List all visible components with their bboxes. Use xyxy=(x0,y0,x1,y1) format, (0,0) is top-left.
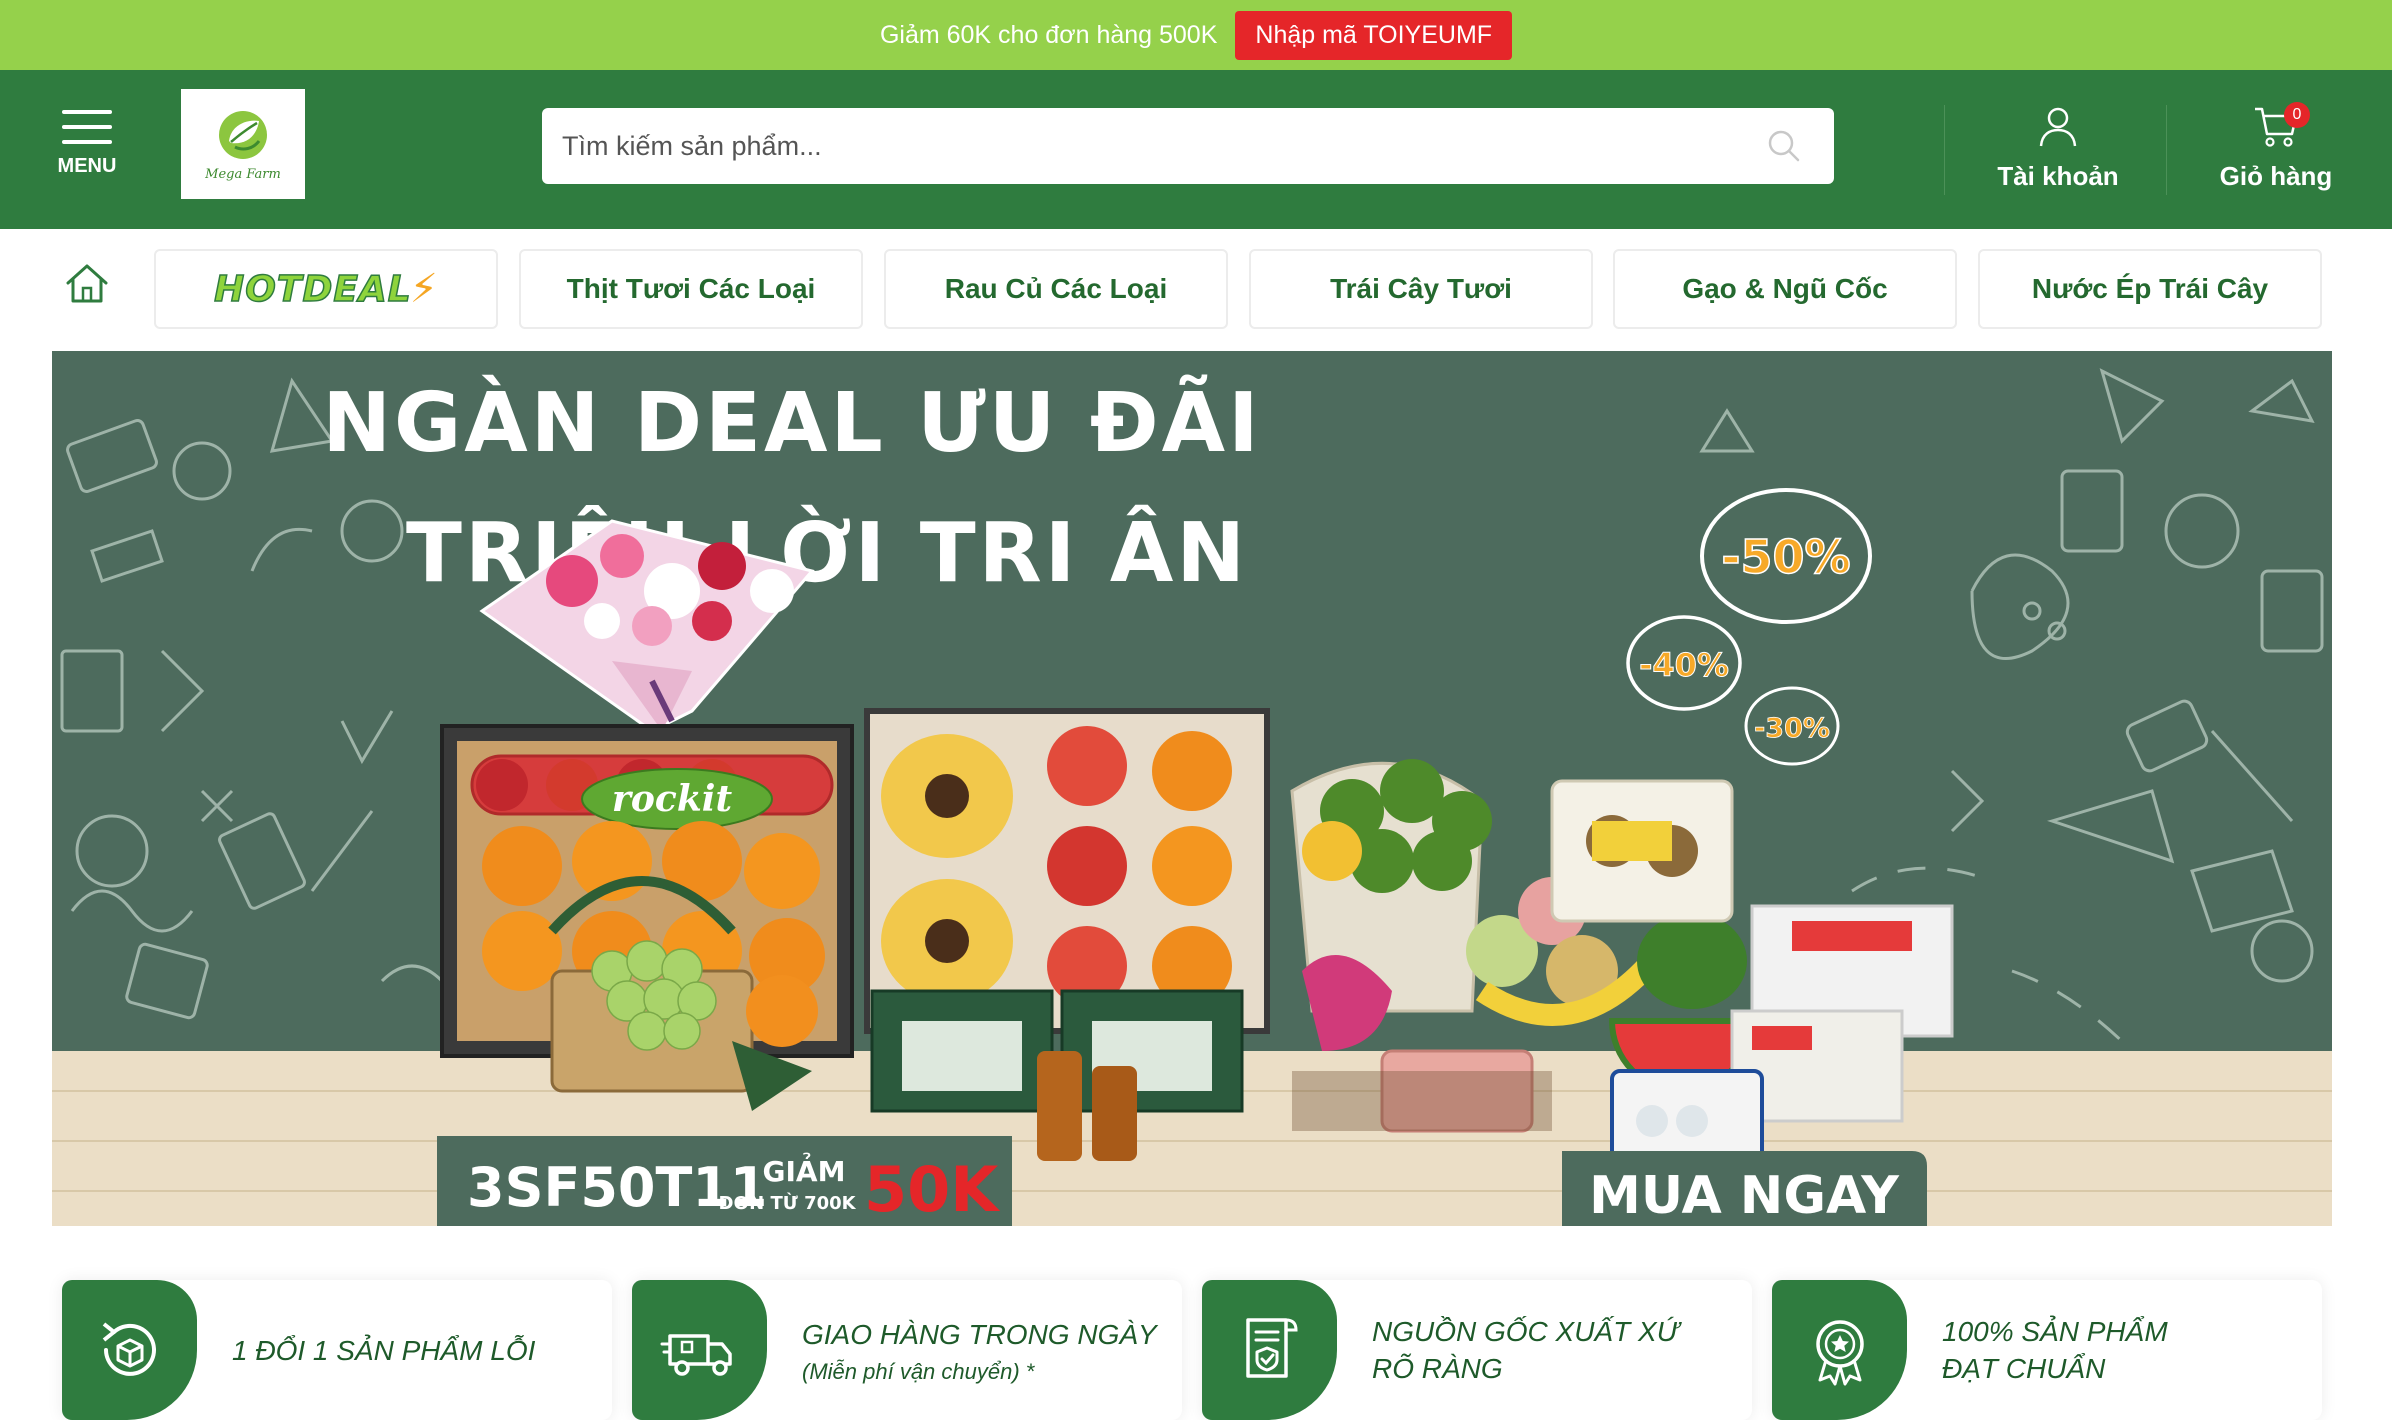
coupon-condition: ĐƠN TỪ 700K xyxy=(718,1192,856,1214)
feature-title: GIAO HÀNG TRONG NGÀY xyxy=(802,1318,1157,1350)
cart-count-badge: 0 xyxy=(2284,102,2310,128)
site-header: MENU Mega Farm Tài khoản Giỏ hàng xyxy=(0,70,2392,229)
tab-rice-grains[interactable]: Gạo & Ngũ Cốc xyxy=(1613,249,1957,329)
feature-title-line2: RÕ RÀNG xyxy=(1372,1353,1503,1384)
coupon-giam: GIẢM xyxy=(763,1151,846,1188)
logo-text: Mega Farm xyxy=(205,166,281,182)
certificate-scroll-icon xyxy=(1245,1318,1298,1378)
quality-badge-icon xyxy=(1815,1320,1864,1386)
hamburger-icon-bar xyxy=(62,125,112,129)
home-icon[interactable] xyxy=(62,259,112,309)
feature-text: NGUỒN GỐC XUẤT XỨ RÕ RÀNG xyxy=(1372,1280,1679,1420)
feature-title: 1 ĐỔI 1 SẢN PHẨM LỖI xyxy=(232,1334,536,1366)
discount-badge-40: -40% xyxy=(1626,615,1742,711)
header-divider xyxy=(2166,105,2167,195)
feature-icon-tile xyxy=(632,1280,767,1420)
feature-delivery: GIAO HÀNG TRONG NGÀY (Miễn phí vận chuyể… xyxy=(632,1280,1182,1420)
feature-origin: NGUỒN GỐC XUẤT XỨ RÕ RÀNG xyxy=(1202,1280,1752,1420)
feature-icon-tile xyxy=(1772,1280,1907,1420)
coupon-box: 3SF50T11 GIẢM ĐƠN TỪ 700K 50K xyxy=(437,1136,1012,1226)
feature-icon-tile xyxy=(62,1280,197,1420)
tab-fresh-fruit[interactable]: Trái Cây Tươi xyxy=(1249,249,1593,329)
search-icon[interactable] xyxy=(1764,126,1804,166)
badge-30-text: -30% xyxy=(1754,713,1830,744)
badge-50-text: -50% xyxy=(1721,530,1850,584)
buy-now-button[interactable]: MUA NGAY xyxy=(1562,1151,1927,1226)
banner-artwork: NGÀN DEAL ƯU ĐÃI TRIỆU LỜI TRI ÂN -50% -… xyxy=(52,351,2332,1226)
menu-button[interactable]: MENU xyxy=(52,110,122,190)
discount-badge-30: -30% xyxy=(1744,686,1840,766)
feature-text: GIAO HÀNG TRONG NGÀY (Miễn phí vận chuyể… xyxy=(802,1280,1157,1420)
menu-label: MENU xyxy=(57,155,117,177)
badge-40-text: -40% xyxy=(1639,646,1729,684)
cart-button[interactable]: Giỏ hàng xyxy=(2186,104,2366,194)
delivery-truck-icon xyxy=(660,1334,732,1376)
hero-banner[interactable]: NGÀN DEAL ƯU ĐÃI TRIỆU LỜI TRI ÂN -50% -… xyxy=(52,351,2332,1226)
hamburger-icon xyxy=(62,110,112,114)
feature-icon-tile xyxy=(1202,1280,1337,1420)
header-divider xyxy=(1944,105,1945,195)
account-label: Tài khoản xyxy=(1997,161,2119,191)
search-input[interactable] xyxy=(542,130,1764,162)
search-bar xyxy=(542,108,1834,184)
service-features: 1 ĐỔI 1 SẢN PHẨM LỖI GIAO HÀNG TRONG NGÀ… xyxy=(52,1268,2342,1420)
feature-text: 100% SẢN PHẨM ĐẠT CHUẨN xyxy=(1942,1280,2168,1420)
feature-subtitle: (Miễn phí vận chuyển) * xyxy=(802,1358,1035,1384)
rockit-label: rockit xyxy=(612,778,733,820)
site-logo[interactable]: Mega Farm xyxy=(181,89,305,199)
fruit-box-middle xyxy=(864,708,1270,1034)
leaf-logo-icon xyxy=(219,110,267,159)
cart-label: Giỏ hàng xyxy=(2219,161,2333,191)
account-button[interactable]: Tài khoản xyxy=(1968,104,2148,194)
coupon-amount: 50K xyxy=(864,1153,1000,1226)
hamburger-icon-bar xyxy=(62,140,112,144)
category-nav: HOTDEAL ⚡ Thịt Tươi Các Loại Rau Củ Các … xyxy=(0,229,2392,339)
lightning-bolt-icon: ⚡ xyxy=(409,267,438,311)
exchange-box-icon xyxy=(102,1322,156,1376)
feature-text: 1 ĐỔI 1 SẢN PHẨM LỖI xyxy=(232,1280,535,1420)
promo-bar: Giảm 60K cho đơn hàng 500K Nhập mã TOIYE… xyxy=(0,0,2392,70)
tab-hotdeal[interactable]: HOTDEAL ⚡ xyxy=(154,249,498,329)
feature-exchange: 1 ĐỔI 1 SẢN PHẨM LỖI xyxy=(62,1280,612,1420)
feature-title: 100% SẢN PHẨM xyxy=(1942,1316,2168,1347)
tab-hotdeal-label: HOTDEAL xyxy=(213,268,412,311)
feature-title: NGUỒN GỐC XUẤT XỨ xyxy=(1372,1316,1679,1347)
tab-fruit-juice[interactable]: Nước Ép Trái Cây xyxy=(1978,249,2322,329)
tab-fresh-meat[interactable]: Thịt Tươi Các Loại xyxy=(519,249,863,329)
banner-headline-1: NGÀN DEAL ƯU ĐÃI xyxy=(322,374,1261,471)
feature-quality: 100% SẢN PHẨM ĐẠT CHUẨN xyxy=(1772,1280,2322,1420)
feature-title-line2: ĐẠT CHUẨN xyxy=(1942,1353,2106,1384)
promo-text: Giảm 60K cho đơn hàng 500K xyxy=(879,20,1218,49)
discount-badge-50: -50% xyxy=(1700,488,1872,624)
promo-code-button[interactable]: Nhập mã TOIYEUMF xyxy=(1235,10,1513,60)
tab-vegetables[interactable]: Rau Củ Các Loại xyxy=(884,249,1228,329)
user-icon xyxy=(2039,107,2077,147)
buy-now-label: MUA NGAY xyxy=(1589,1166,1900,1226)
